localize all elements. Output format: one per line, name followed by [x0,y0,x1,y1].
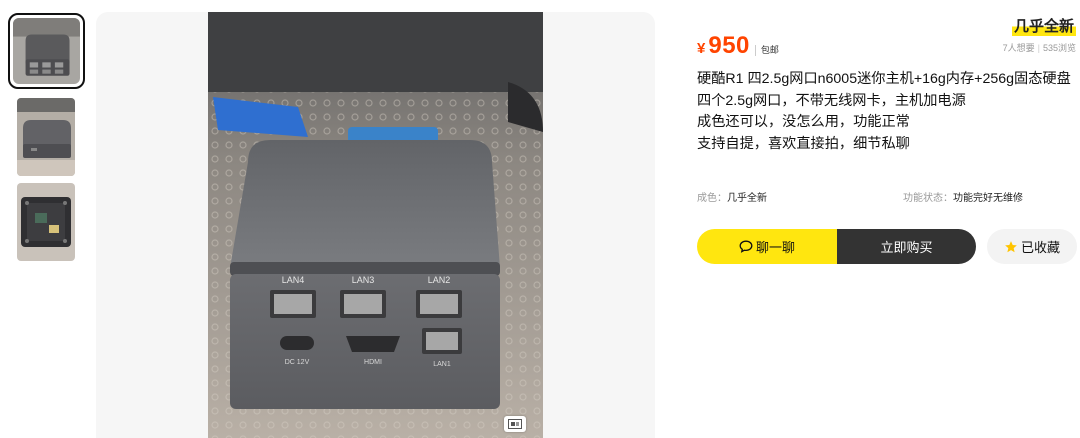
favorite-button-label: 已收藏 [1020,240,1060,255]
buy-now-button-label: 立即购买 [880,240,933,255]
attribute-key: 成色： [697,193,727,204]
product-stats: 7人想要 | 535浏览 [1003,41,1076,54]
buy-now-button[interactable]: 立即购买 [837,229,976,264]
port-label-lan2: LAN2 [428,275,451,285]
thumbnail-2-image [17,98,75,176]
views-count: 535浏览 [1042,43,1076,53]
thumbnail-1-image [13,18,80,84]
attribute-key: 功能状态： [903,193,953,204]
thumbnail-3[interactable] [17,183,75,261]
port-label-dc: DC 12V [285,359,310,366]
chat-bubble-icon [739,240,753,253]
price-amount: 950 [708,32,750,59]
attribute-value: 功能完好无维修 [953,193,1023,204]
thumbnail-2[interactable] [17,98,75,176]
description-line: 硬酷R1 四2.5g网口n6005迷你主机+16g内存+256g固态硬盘 [697,71,1071,87]
chat-button[interactable]: 聊一聊 [697,229,837,264]
attribute-condition: 成色： 几乎全新 [697,189,767,204]
wants-count: 7人想要 [1002,43,1035,53]
port-label-lan1: LAN1 [433,361,451,368]
product-photo-image: LAN4 LAN3 LAN2 DC 12V HDMI LAN1 [208,12,543,438]
main-image-stage: LAN4 LAN3 LAN2 DC 12V HDMI LAN1 [96,12,655,438]
stats-divider: | [1037,43,1040,53]
description-line: 成色还可以，没怎么用，功能正常 [697,114,910,130]
currency-symbol: ¥ [697,40,706,57]
product-description: 硬酷R1 四2.5g网口n6005迷你主机+16g内存+256g固态硬盘 四个2… [697,69,1078,155]
star-icon [1005,240,1017,252]
gallery-icon[interactable] [504,416,526,432]
port-label-lan3: LAN3 [352,275,375,285]
product-attributes: 成色： 几乎全新 功能状态： 功能完好无维修 [697,189,1078,204]
thumbnail-1[interactable] [8,13,85,89]
attribute-value: 几乎全新 [727,193,767,204]
favorite-button[interactable]: 已收藏 [987,229,1077,264]
description-line: 支持自提，喜欢直接拍，细节私聊 [697,135,910,152]
product-photo[interactable]: LAN4 LAN3 LAN2 DC 12V HDMI LAN1 [208,12,543,438]
thumbnail-3-image [17,183,75,261]
action-bar: 聊一聊 立即购买 已收藏 [697,229,1078,264]
condition-badge: 几乎全新 [1011,15,1076,36]
chat-button-label: 聊一聊 [755,240,795,255]
port-label-lan4: LAN4 [282,275,305,285]
description-line: 四个2.5g网口，不带无线网卡，主机加电源 [697,92,966,109]
attribute-function: 功能状态： 功能完好无维修 [903,189,1023,204]
port-label-hdmi: HDMI [364,359,382,366]
shipping-label: 包邮 [754,45,779,56]
price-row: ¥ 950 包邮 [697,32,779,60]
